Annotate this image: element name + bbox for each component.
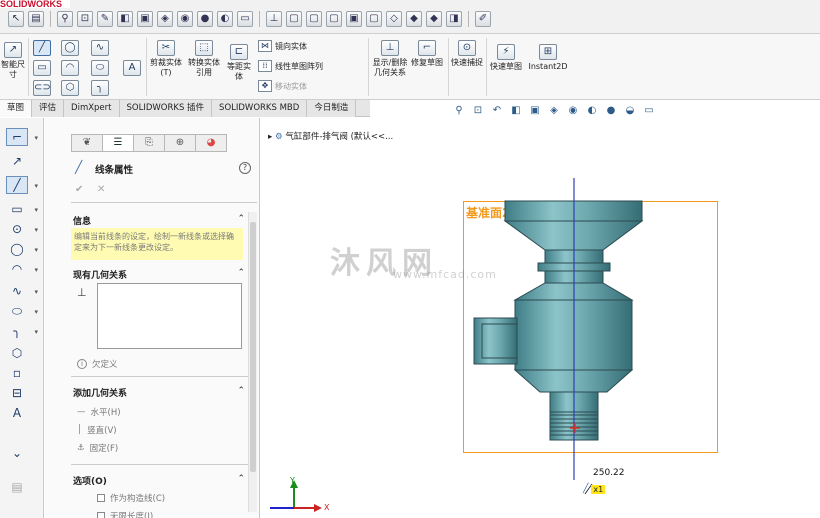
selection-badge: x1 [591,484,606,494]
dimension-value[interactable]: 250.22 [593,468,625,478]
line-cursor-badge: ╱ x1 [583,484,606,494]
watermark-url: www.mfcad.com [393,268,497,281]
valve-body [473,200,644,441]
triad-x-label: X [324,503,330,512]
line-cursor-icon: ╱ [583,484,589,494]
coordinate-triad [270,480,322,512]
triad-y-label: Y [290,476,295,485]
